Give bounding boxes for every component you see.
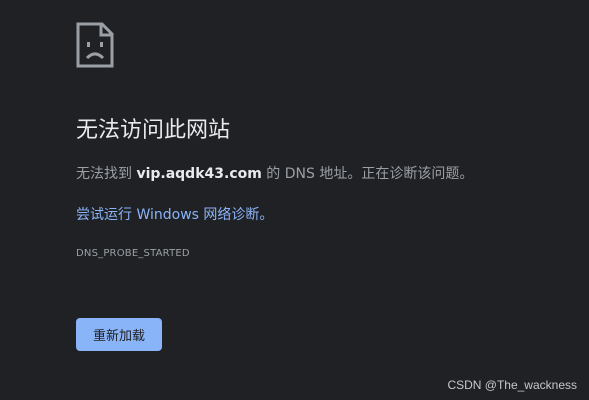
reload-button[interactable]: 重新加载: [76, 318, 162, 351]
host-name: vip.aqdk43.com: [136, 166, 262, 182]
summary-prefix: 无法找到: [76, 166, 137, 182]
watermark: CSDN @The_wackness: [447, 378, 577, 392]
sad-document-icon: [76, 22, 114, 68]
summary-suffix: 的 DNS 地址。正在诊断该问题。: [261, 166, 474, 182]
page-title: 无法访问此网站: [76, 118, 231, 143]
network-diagnostics-link[interactable]: 尝试运行 Windows 网络诊断。: [76, 204, 273, 226]
error-summary: 无法找到 vip.aqdk43.com 的 DNS 地址。正在诊断该问题。: [76, 163, 473, 185]
error-code: DNS_PROBE_STARTED: [76, 248, 190, 259]
